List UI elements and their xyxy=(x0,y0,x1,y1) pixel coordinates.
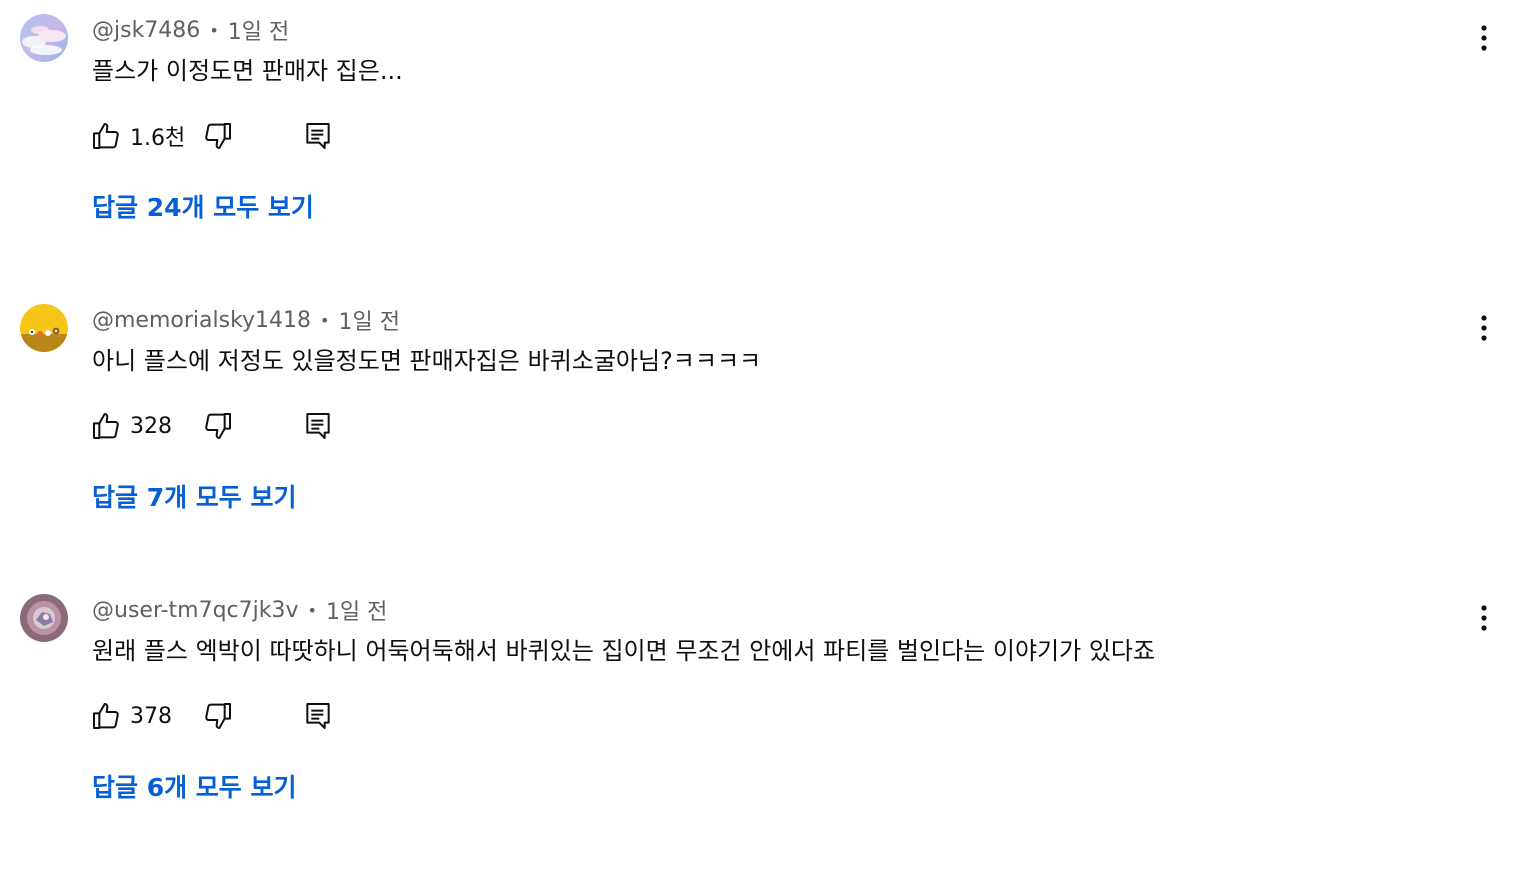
comment-meta: @memorialsky1418 • 1일 전 xyxy=(92,304,400,336)
reply-button[interactable] xyxy=(302,116,334,156)
more-vertical-icon xyxy=(1481,25,1487,51)
reply-comment-icon xyxy=(306,703,330,729)
avatar[interactable] xyxy=(20,304,68,352)
meta-separator: • xyxy=(307,600,317,620)
comment-actions: 1.6천 xyxy=(90,116,350,156)
more-vertical-icon xyxy=(1481,605,1487,631)
comment-thread: @jsk7486 • 1일 전 플스가 이정도면 판매자 집은... 1.6천 … xyxy=(0,0,1518,290)
more-actions-button[interactable] xyxy=(1468,20,1500,56)
reply-comment-icon xyxy=(306,413,330,439)
avatar[interactable] xyxy=(20,14,68,62)
like-button[interactable]: 378 xyxy=(90,696,172,736)
author-handle[interactable]: @jsk7486 xyxy=(92,18,200,43)
thumbs-up-icon xyxy=(93,703,119,729)
comment-meta: @jsk7486 • 1일 전 xyxy=(92,14,289,46)
thumbs-up-icon xyxy=(93,123,119,149)
thumbs-up-icon xyxy=(93,413,119,439)
author-handle[interactable]: @user-tm7qc7jk3v xyxy=(92,598,299,623)
comment-time[interactable]: 1일 전 xyxy=(228,14,289,46)
thumbs-down-icon xyxy=(205,413,231,439)
reply-button[interactable] xyxy=(302,406,334,446)
pink-gem-avatar-icon xyxy=(20,594,68,642)
more-vertical-icon xyxy=(1481,315,1487,341)
view-replies-link[interactable]: 답글 24개 모두 보기 xyxy=(92,188,314,228)
like-count: 378 xyxy=(130,703,172,729)
comment-thread: @user-tm7qc7jk3v • 1일 전 원래 플스 엑박이 따땃하니 어… xyxy=(0,580,1518,870)
more-actions-button[interactable] xyxy=(1468,600,1500,636)
meta-separator: • xyxy=(320,310,330,330)
avatar[interactable] xyxy=(20,594,68,642)
more-actions-button[interactable] xyxy=(1468,310,1500,346)
comment-actions: 378 xyxy=(90,696,350,736)
dislike-button[interactable] xyxy=(202,696,234,736)
comment-text: 원래 플스 엑박이 따땃하니 어둑어둑해서 바퀴있는 집이면 무조건 안에서 파… xyxy=(92,637,1156,665)
view-replies-link[interactable]: 답글 6개 모두 보기 xyxy=(92,768,297,808)
dislike-button[interactable] xyxy=(202,116,234,156)
thumbs-down-icon xyxy=(205,123,231,149)
comment-actions: 328 xyxy=(90,406,350,446)
meta-separator: • xyxy=(209,20,219,40)
dislike-button[interactable] xyxy=(202,406,234,446)
comment-time[interactable]: 1일 전 xyxy=(338,304,399,336)
like-button[interactable]: 1.6천 xyxy=(90,116,185,156)
comment-time[interactable]: 1일 전 xyxy=(326,594,387,626)
like-count: 1.6천 xyxy=(130,126,186,151)
view-replies-link[interactable]: 답글 7개 모두 보기 xyxy=(92,478,297,518)
comment-thread: @memorialsky1418 • 1일 전 아니 플스에 저정도 있을정도면… xyxy=(0,290,1518,580)
like-button[interactable]: 328 xyxy=(90,406,172,446)
yellow-characters-avatar-icon xyxy=(20,304,68,352)
author-handle[interactable]: @memorialsky1418 xyxy=(92,308,311,333)
sky-clouds-avatar-icon xyxy=(20,14,68,62)
comment-meta: @user-tm7qc7jk3v • 1일 전 xyxy=(92,594,387,626)
reply-comment-icon xyxy=(306,123,330,149)
reply-button[interactable] xyxy=(302,696,334,736)
comment-text: 아니 플스에 저정도 있을정도면 판매자집은 바퀴소굴아님?ㅋㅋㅋㅋ xyxy=(92,347,762,375)
comment-text: 플스가 이정도면 판매자 집은... xyxy=(92,57,403,85)
like-count: 328 xyxy=(130,413,172,439)
thumbs-down-icon xyxy=(205,703,231,729)
